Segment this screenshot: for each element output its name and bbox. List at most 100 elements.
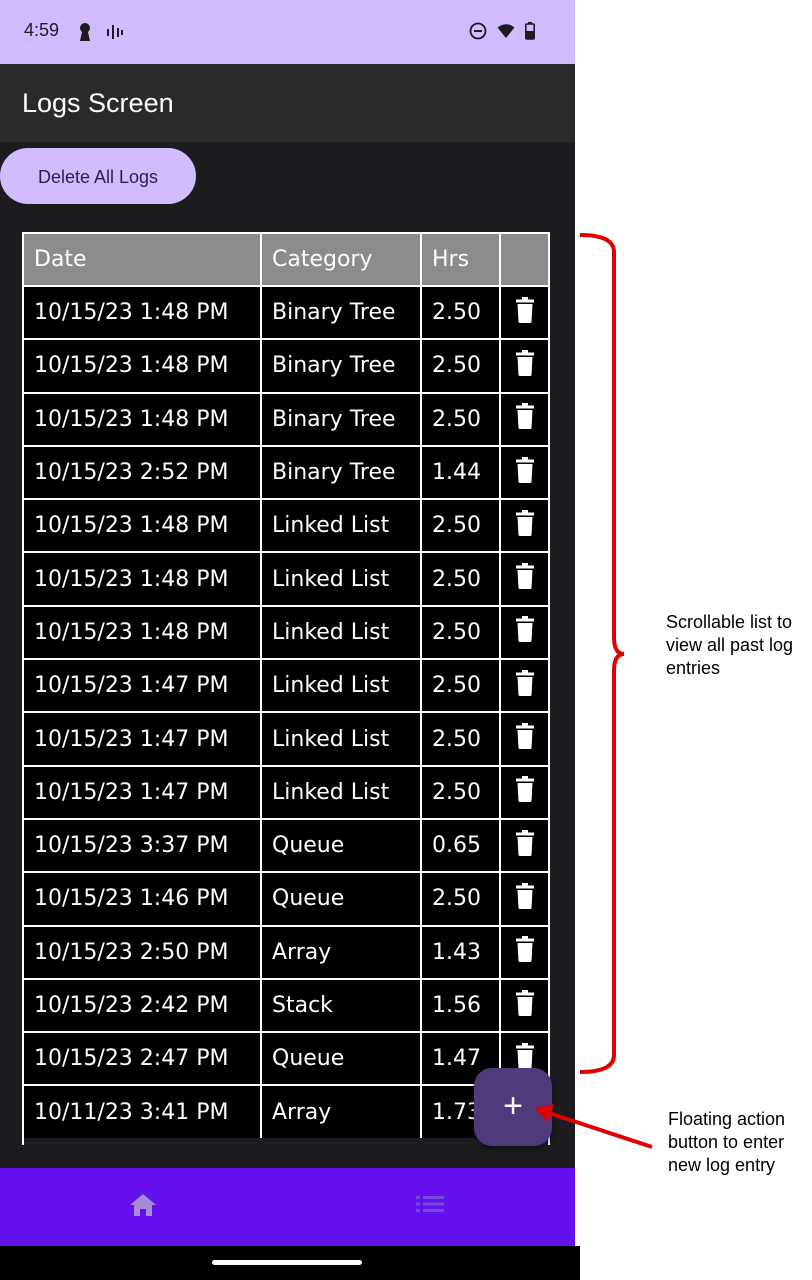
cell-category: Array — [262, 1086, 422, 1138]
delete-log-button[interactable] — [501, 500, 548, 551]
cell-hrs: 2.50 — [422, 393, 501, 445]
gesture-handle[interactable] — [212, 1260, 362, 1265]
bottom-nav — [0, 1168, 575, 1246]
nav-home[interactable] — [128, 1192, 158, 1223]
cell-category: Binary Tree — [262, 340, 422, 392]
nav-logs[interactable] — [416, 1194, 444, 1219]
table-row: 10/15/23 2:47 PM Queue 1.47 — [24, 1031, 548, 1085]
table-row: 10/15/23 1:48 PM Linked List 2.50 — [24, 498, 548, 552]
arrow-annotation — [534, 1104, 653, 1149]
cell-hrs: 2.50 — [422, 287, 501, 339]
trash-icon — [515, 989, 534, 1022]
delete-log-button[interactable] — [501, 660, 548, 711]
list-icon — [416, 1196, 444, 1212]
delete-log-button[interactable] — [501, 713, 548, 764]
trash-icon — [515, 403, 534, 435]
cell-date: 10/15/23 2:42 PM — [24, 979, 262, 1032]
cell-category: Queue — [262, 819, 422, 872]
logs-table[interactable]: Date Category Hrs 10/15/23 1:48 PM Binary… — [22, 232, 550, 1145]
delete-all-logs-button[interactable]: Delete All Logs — [0, 148, 196, 204]
signal-activity-icon — [107, 25, 123, 39]
cell-date: 10/15/23 1:47 PM — [24, 660, 262, 712]
delete-log-button[interactable] — [501, 767, 548, 818]
cell-hrs: 2.50 — [422, 553, 501, 605]
cell-hrs: 1.43 — [422, 926, 501, 978]
table-row: 10/15/23 1:46 PM Queue 2.50 — [24, 871, 548, 925]
cell-category: Array — [262, 926, 422, 978]
cell-hrs: 2.50 — [422, 340, 501, 392]
trash-icon — [515, 616, 534, 648]
cell-category: Linked List — [262, 766, 422, 818]
table-row: 10/15/23 2:52 PM Binary Tree 1.44 — [24, 444, 548, 499]
cell-date: 10/15/23 1:48 PM — [24, 606, 262, 659]
phone-screen: 4:59 Logs Screen Delete All Logs Date Ca… — [0, 0, 575, 1280]
header-actions — [501, 234, 548, 285]
app-bar: Logs Screen — [0, 64, 575, 142]
cell-hrs: 2.50 — [422, 713, 501, 765]
table-row: 10/15/23 2:42 PM Stack 1.56 — [24, 977, 548, 1032]
delete-log-button[interactable] — [501, 340, 548, 391]
cell-hrs: 2.50 — [422, 500, 501, 552]
delete-log-button[interactable] — [501, 287, 548, 338]
table-row: 10/15/23 1:48 PM Linked List 2.50 — [24, 604, 548, 659]
table-row: 10/15/23 1:47 PM Linked List 2.50 — [24, 764, 548, 818]
header-category: Category — [262, 234, 422, 285]
table-row: 10/15/23 1:47 PM Linked List 2.50 — [24, 658, 548, 712]
table-row: 10/15/23 1:48 PM Binary Tree 2.50 — [24, 338, 548, 392]
cell-date: 10/15/23 2:47 PM — [24, 1033, 262, 1085]
cell-date: 10/15/23 1:46 PM — [24, 873, 262, 925]
home-icon — [130, 1194, 156, 1216]
cell-category: Linked List — [262, 713, 422, 765]
delete-log-button[interactable] — [501, 553, 548, 604]
trash-icon — [515, 669, 534, 702]
cell-category: Linked List — [262, 606, 422, 659]
cell-hrs: 2.50 — [422, 873, 501, 925]
cell-hrs: 0.65 — [422, 819, 501, 872]
cell-date: 10/15/23 1:47 PM — [24, 766, 262, 818]
cell-category: Stack — [262, 979, 422, 1032]
cell-category: Binary Tree — [262, 393, 422, 445]
cell-category: Queue — [262, 873, 422, 925]
cell-category: Binary Tree — [262, 287, 422, 339]
delete-log-button[interactable] — [501, 394, 548, 445]
cell-category: Queue — [262, 1033, 422, 1085]
cell-category: Linked List — [262, 660, 422, 712]
cell-category: Linked List — [262, 500, 422, 552]
do-not-disturb-icon — [469, 22, 487, 40]
cell-date: 10/15/23 2:52 PM — [24, 446, 262, 499]
table-row: 10/15/23 1:47 PM Linked List 2.50 — [24, 711, 548, 765]
trash-icon — [515, 882, 534, 915]
list-annotation-text: Scrollable list to view all past log ent… — [666, 612, 794, 678]
header-date: Date — [24, 234, 262, 285]
delete-log-button[interactable] — [501, 820, 548, 871]
cell-date: 10/15/23 1:47 PM — [24, 713, 262, 765]
trash-icon — [515, 563, 534, 595]
delete-log-button[interactable] — [501, 873, 548, 924]
delete-log-button[interactable] — [501, 927, 548, 978]
cell-hrs: 2.50 — [422, 660, 501, 712]
trash-icon — [515, 776, 534, 808]
cell-date: 10/15/23 1:48 PM — [24, 553, 262, 605]
trash-icon — [515, 456, 534, 489]
delete-log-button[interactable] — [501, 447, 548, 498]
cell-date: 10/15/23 3:37 PM — [24, 819, 262, 872]
cell-date: 10/15/23 2:50 PM — [24, 926, 262, 978]
cell-date: 10/15/23 1:48 PM — [24, 340, 262, 392]
trash-icon — [515, 349, 534, 382]
table-row: 10/15/23 1:48 PM Linked List 2.50 — [24, 551, 548, 605]
table-row: 10/11/23 3:41 PM Array 1.73 — [24, 1084, 548, 1138]
cell-hrs: 2.50 — [422, 766, 501, 818]
delete-log-button[interactable] — [501, 607, 548, 658]
fab-annotation-text: Floating action button to enter new log … — [668, 1109, 786, 1175]
trash-icon — [515, 723, 534, 755]
trash-icon — [515, 509, 534, 542]
status-time: 4:59 — [24, 20, 60, 40]
status-bar: 4:59 — [0, 0, 575, 64]
cell-hrs: 1.44 — [422, 446, 501, 499]
delete-log-button[interactable] — [501, 980, 548, 1031]
battery-icon — [525, 22, 535, 40]
cell-date: 10/15/23 1:48 PM — [24, 393, 262, 445]
trash-icon — [515, 829, 534, 862]
cell-category: Binary Tree — [262, 446, 422, 499]
trash-icon — [515, 936, 534, 968]
